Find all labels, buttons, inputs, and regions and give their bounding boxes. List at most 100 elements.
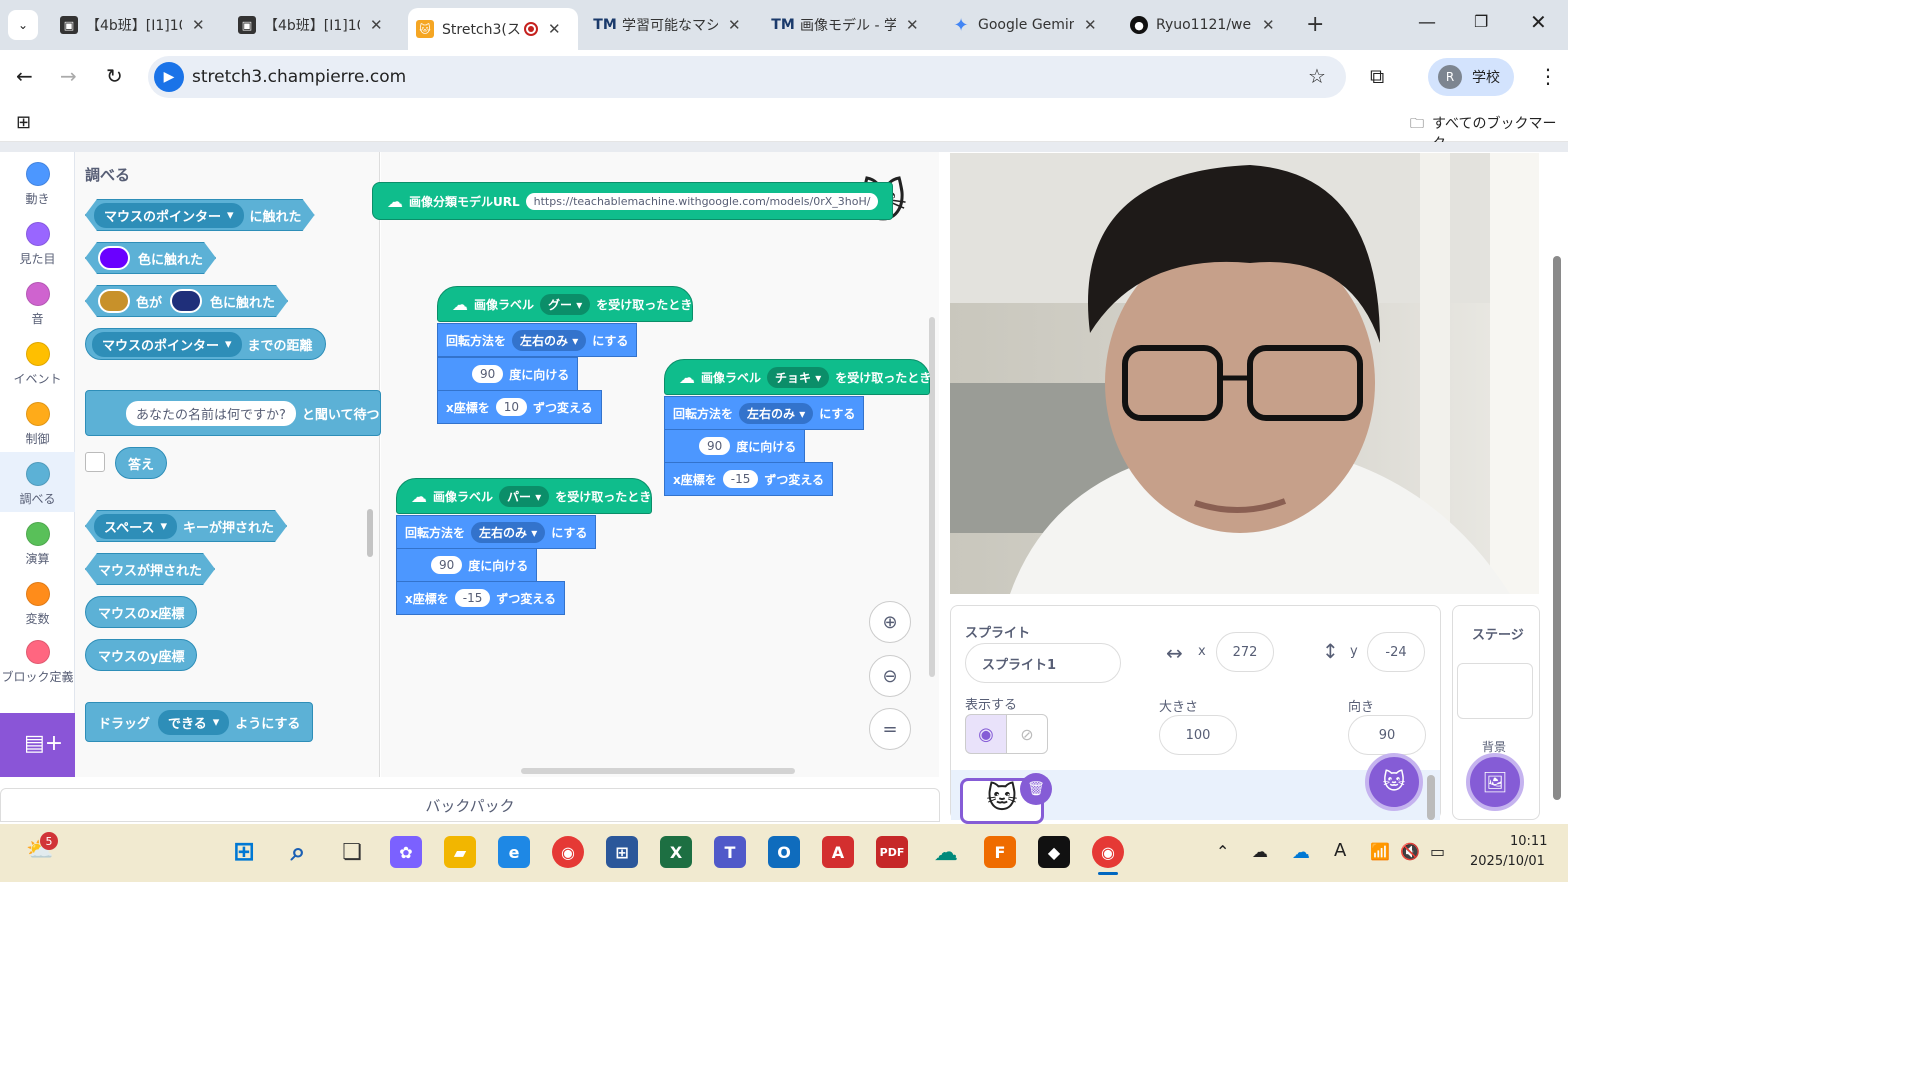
rotation-dropdown[interactable]: 左右のみ ▾ [471, 521, 546, 543]
clock-time[interactable]: 10:11 [1510, 834, 1547, 849]
hide-sprite-button[interactable]: ⊘ [1006, 714, 1048, 754]
teams-icon[interactable]: T [714, 836, 746, 868]
add-sprite-button[interactable]: 🐱 [1365, 753, 1423, 811]
size-input[interactable]: 100 [1159, 715, 1237, 755]
rotation-style-block[interactable]: 回転方法を 左右のみ ▾ にする [664, 396, 865, 430]
apps-grid-icon[interactable]: ⊞ [16, 112, 31, 133]
menu-icon[interactable]: ⋮ [1538, 64, 1558, 88]
color-swatch[interactable] [98, 289, 130, 313]
direction-input[interactable]: 90 [431, 556, 463, 574]
touching-block[interactable]: マウスのポインター ▾ に触れた [85, 199, 315, 231]
when-label-received-hat[interactable]: ☁ 画像ラベル チョキ ▾ を受け取ったとき [664, 359, 931, 395]
cloud-upload-icon[interactable]: ☁ [930, 836, 962, 868]
category-operators[interactable]: 演算 [0, 522, 75, 567]
answer-checkbox[interactable] [85, 452, 105, 472]
zoom-reset-button[interactable]: = [869, 708, 911, 750]
direction-input[interactable]: 90 [472, 365, 504, 383]
model-url-block[interactable]: ☁ 画像分類モデルURL https://teachablemachine.wi… [372, 182, 894, 220]
distance-dropdown[interactable]: マウスのポインター ▾ [92, 331, 242, 357]
change-x-block[interactable]: x座標を 10 ずつ変える [437, 390, 602, 424]
tab-5[interactable]: TM 画像モデル - 学 ✕ [766, 8, 936, 42]
page-scrollbar[interactable] [1553, 256, 1561, 800]
reload-button[interactable]: ↻ [106, 64, 123, 88]
model-url-input[interactable]: https://teachablemachine.withgoogle.com/… [525, 192, 879, 210]
ask-input[interactable]: あなたの名前は何ですか? [126, 400, 296, 426]
zoom-in-button[interactable]: ⊕ [869, 601, 911, 643]
change-x-block[interactable]: x座標を -15 ずつ変える [664, 462, 833, 496]
acrobat-icon[interactable]: A [822, 836, 854, 868]
label-dropdown[interactable]: パー ▾ [499, 485, 550, 507]
tab-4[interactable]: TM 学習可能なマシ ✕ [588, 8, 758, 42]
close-icon[interactable]: ✕ [906, 16, 919, 34]
window-close-button[interactable]: ✕ [1530, 10, 1547, 34]
point-direction-block[interactable]: 90 度に向ける [437, 357, 579, 391]
forward-button[interactable]: → [60, 64, 77, 88]
app-diamond-icon[interactable]: ◆ [1038, 836, 1070, 868]
file-explorer-icon[interactable]: ▰ [444, 836, 476, 868]
outlook-icon[interactable]: O [768, 836, 800, 868]
backpack-header[interactable]: バックパック [0, 788, 940, 822]
distance-block[interactable]: マウスのポインター ▾ までの距離 [85, 328, 326, 360]
rotation-style-block[interactable]: 回転方法を 左右のみ ▾ にする [437, 323, 638, 357]
pdf-x-icon[interactable]: PDF [876, 836, 908, 868]
tab-search-button[interactable]: ⌄ [8, 10, 38, 40]
close-icon[interactable]: ✕ [370, 16, 383, 34]
show-sprite-button[interactable]: ◉ [965, 714, 1007, 754]
copilot-icon[interactable]: ✿ [390, 836, 422, 868]
tab-3-active[interactable]: 🐱 Stretch3(ス ✕ [408, 8, 578, 50]
sprite-list-scrollbar[interactable] [1427, 775, 1435, 820]
y-position-input[interactable]: -24 [1367, 632, 1425, 672]
when-label-received-hat[interactable]: ☁ 画像ラベル パー ▾ を受け取ったとき [396, 478, 652, 514]
rotation-style-block[interactable]: 回転方法を 左右のみ ▾ にする [396, 515, 597, 549]
ask-block[interactable]: あなたの名前は何ですか? と聞いて待つ [85, 390, 381, 436]
minimize-button[interactable]: — [1418, 12, 1436, 33]
store-icon[interactable]: ⊞ [606, 836, 638, 868]
close-icon[interactable]: ✕ [548, 20, 561, 38]
wifi-icon[interactable]: 📶 [1370, 842, 1390, 861]
address-bar[interactable]: ▶ stretch3.champierre.com ☆ [148, 56, 1346, 98]
label-dropdown[interactable]: チョキ ▾ [767, 366, 830, 388]
maximize-button[interactable]: ❐ [1474, 12, 1488, 31]
zoom-out-button[interactable]: ⊖ [869, 655, 911, 697]
x-change-input[interactable]: 10 [495, 398, 528, 416]
chrome-profile-icon[interactable]: ◉ [1092, 836, 1124, 868]
category-looks[interactable]: 見た目 [0, 222, 75, 267]
key-pressed-block[interactable]: スペース ▾ キーが押された [85, 510, 287, 542]
category-variables[interactable]: 変数 [0, 582, 75, 627]
category-sensing[interactable]: 調べる [0, 452, 75, 512]
back-button[interactable]: ← [16, 64, 33, 88]
volume-muted-icon[interactable]: 🔇 [1400, 842, 1420, 861]
touch-color-block[interactable]: 色に触れた [85, 242, 216, 274]
start-windows-icon[interactable]: ⊞ [228, 836, 260, 868]
category-motion[interactable]: 動き [0, 162, 75, 207]
bookmark-star-icon[interactable]: ☆ [1308, 64, 1326, 88]
new-tab-button[interactable]: + [1306, 12, 1324, 37]
delete-sprite-button[interactable]: 🗑 [1020, 773, 1052, 805]
onedrive-info-icon[interactable]: ☁ [1252, 842, 1268, 861]
x-position-input[interactable]: 272 [1216, 632, 1274, 672]
ime-icon[interactable]: A [1334, 840, 1346, 861]
direction-input[interactable]: 90 [699, 437, 731, 455]
point-direction-block[interactable]: 90 度に向ける [396, 548, 538, 582]
profile-chip[interactable]: R 学校 [1428, 58, 1514, 96]
point-direction-block[interactable]: 90 度に向ける [664, 429, 806, 463]
drag-dropdown[interactable]: できる ▾ [158, 709, 230, 735]
rotation-dropdown[interactable]: 左右のみ ▾ [739, 402, 814, 424]
extensions-icon[interactable]: ⧉ [1370, 64, 1384, 88]
rotation-dropdown[interactable]: 左右のみ ▾ [512, 329, 587, 351]
excel-icon[interactable]: X [660, 836, 692, 868]
when-label-received-hat[interactable]: ☁ 画像ラベル グー ▾ を受け取ったとき [437, 286, 693, 322]
x-change-input[interactable]: -15 [722, 470, 759, 488]
color-swatch[interactable] [98, 246, 130, 270]
palette-scrollbar[interactable] [367, 509, 373, 557]
category-my-blocks[interactable]: ブロック定義 [0, 640, 75, 685]
chrome-icon[interactable]: ◉ [552, 836, 584, 868]
battery-icon[interactable]: ▭ [1430, 842, 1445, 861]
tab-6[interactable]: ✦ Google Gemini ✕ [944, 8, 1114, 42]
label-dropdown[interactable]: グー ▾ [540, 293, 591, 315]
close-icon[interactable]: ✕ [728, 16, 741, 34]
script-workspace[interactable]: 🐱 [381, 152, 939, 777]
stage-canvas[interactable] [950, 153, 1539, 594]
tab-2[interactable]: ▣ 【4b班】[I1]10/ ✕ [230, 8, 400, 42]
search-icon[interactable]: ⌕ [282, 836, 314, 868]
